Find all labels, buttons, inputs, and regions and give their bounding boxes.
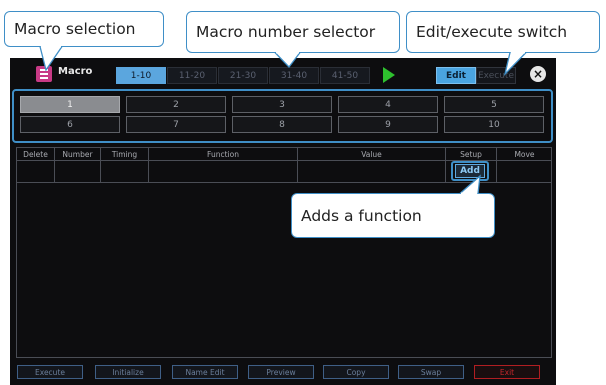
- callout-adds-function-tail: [459, 174, 481, 195]
